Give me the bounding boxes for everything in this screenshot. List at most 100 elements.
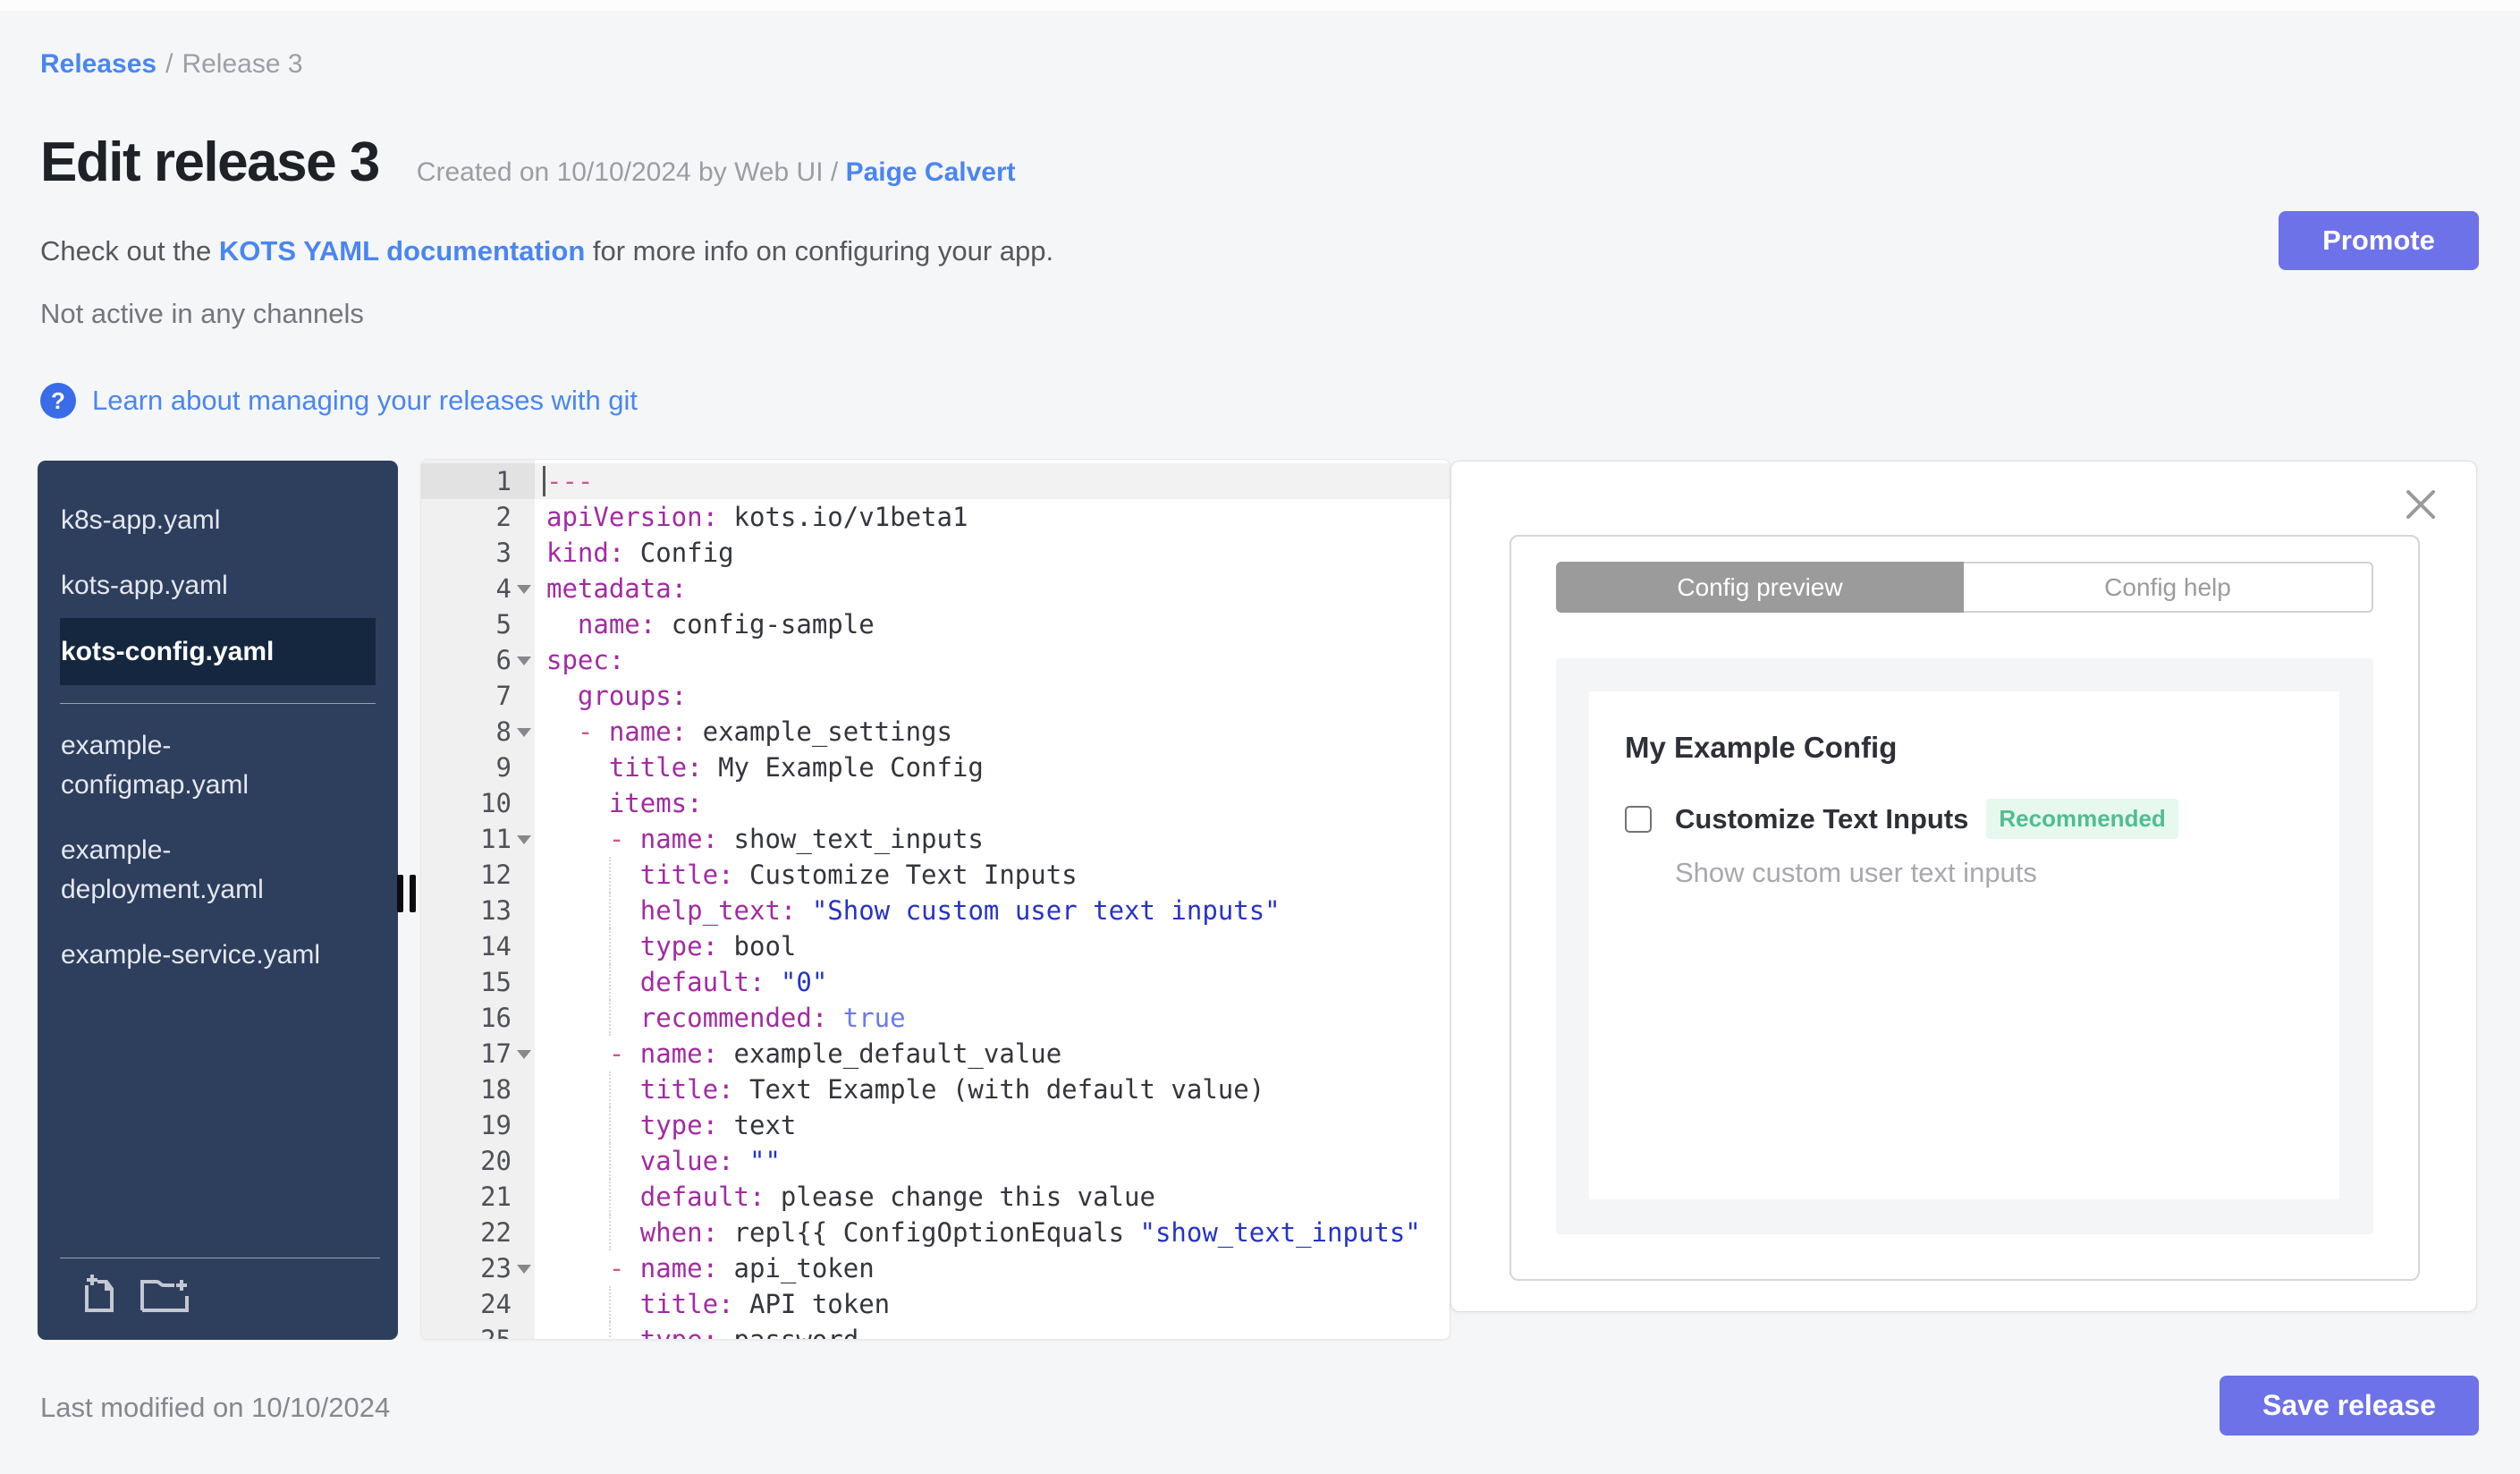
yaml-token-plain: Customize Text Inputs xyxy=(733,860,1078,890)
breadcrumb-separator: / xyxy=(165,49,173,79)
fold-toggle-icon[interactable] xyxy=(517,657,531,665)
yaml-token-str: "show_text_inputs" xyxy=(1139,1217,1421,1248)
docs-line: Check out the KOTS YAML documentation fo… xyxy=(40,235,1053,267)
editor-line[interactable]: value: "" xyxy=(535,1143,1450,1179)
yaml-token-str: "0" xyxy=(780,967,828,997)
left-resize-handle-bar[interactable] xyxy=(410,875,416,912)
top-strip xyxy=(0,0,2520,11)
editor-line[interactable]: - name: example_default_value xyxy=(535,1036,1450,1072)
config-group-title: My Example Config xyxy=(1625,731,1898,764)
yaml-token-key: kind: xyxy=(546,538,625,568)
editor-line[interactable]: apiVersion: kots.io/v1beta1 xyxy=(535,499,1450,535)
yaml-token-plain: text xyxy=(718,1110,797,1140)
file-label: example- xyxy=(61,834,172,865)
add-file-icon[interactable] xyxy=(78,1273,117,1320)
yaml-token-plain xyxy=(546,1146,640,1176)
editor-line[interactable]: title: My Example Config xyxy=(535,750,1450,785)
fold-toggle-icon[interactable] xyxy=(517,585,531,594)
yaml-token-key: type: xyxy=(639,931,719,961)
editor-line[interactable]: title: Text Example (with default value) xyxy=(535,1072,1450,1107)
editor-line[interactable]: title: API token xyxy=(535,1286,1450,1322)
page-title: Edit release 3 xyxy=(40,131,380,193)
sidebar-file-item[interactable]: k8s-app.yaml xyxy=(60,487,376,553)
gutter-line-number: 9 xyxy=(495,752,512,783)
editor-line[interactable]: default: "0" xyxy=(535,964,1450,1000)
yaml-token-dash: - xyxy=(608,1253,640,1283)
file-label: k8s-app.yaml xyxy=(61,504,221,535)
left-resize-handle-bar[interactable] xyxy=(397,875,403,912)
add-folder-icon[interactable] xyxy=(139,1273,190,1320)
yaml-token-key: spec: xyxy=(546,645,625,675)
editor-line[interactable]: items: xyxy=(535,785,1450,821)
yaml-token-plain: please change this value xyxy=(765,1182,1155,1212)
yaml-token-plain xyxy=(546,1074,640,1105)
editor-line[interactable]: kind: Config xyxy=(535,535,1450,571)
editor-code-pane[interactable]: --- apiVersion: kots.io/v1beta1 kind: Conf… xyxy=(535,460,1450,1339)
editor-line[interactable]: type: text xyxy=(535,1107,1450,1143)
gutter-line-number: 14 xyxy=(480,931,512,961)
yaml-token-plain xyxy=(546,1217,640,1248)
editor-line[interactable]: when: repl{{ ConfigOptionEquals "show_te… xyxy=(535,1215,1450,1250)
yaml-token-plain xyxy=(546,1182,640,1212)
close-icon[interactable] xyxy=(2403,487,2439,522)
fold-toggle-icon[interactable] xyxy=(517,728,531,737)
yaml-token-bool: true xyxy=(842,1003,906,1033)
tab-config-help[interactable]: Config help xyxy=(1964,562,2373,613)
file-label: kots-config.yaml xyxy=(61,636,275,666)
customize-text-inputs-checkbox[interactable] xyxy=(1625,805,1652,833)
sidebar-file-item[interactable]: kots-config.yaml xyxy=(60,618,376,685)
sidebar-file-item[interactable]: example-configmap.yaml xyxy=(60,713,376,817)
editor-line[interactable]: recommended: true xyxy=(535,1000,1450,1036)
config-item-label: Customize Text Inputs xyxy=(1675,802,1969,834)
gutter-line-number: 6 xyxy=(421,642,535,678)
yaml-token-plain xyxy=(827,1003,842,1033)
file-label: deployment.yaml xyxy=(61,874,264,904)
promote-button[interactable]: Promote xyxy=(2279,211,2479,270)
editor-line[interactable]: - name: api_token xyxy=(535,1250,1450,1286)
editor-line[interactable]: spec: xyxy=(535,642,1450,678)
editor-line[interactable]: type: password xyxy=(535,1322,1450,1339)
yaml-token-key: groups: xyxy=(577,681,688,711)
editor-line[interactable]: - name: show_text_inputs xyxy=(535,821,1450,857)
yaml-token-plain xyxy=(546,931,640,961)
editor-line[interactable]: name: config-sample xyxy=(535,606,1450,642)
yaml-token-plain: repl{{ ConfigOptionEquals xyxy=(718,1217,1140,1248)
gutter-line-number: 24 xyxy=(480,1289,512,1319)
breadcrumb-releases-link[interactable]: Releases xyxy=(40,49,156,80)
fold-toggle-icon[interactable] xyxy=(517,835,531,844)
editor-line[interactable]: groups: xyxy=(535,678,1450,714)
yaml-token-plain: My Example Config xyxy=(702,752,984,783)
gutter-line-number: 18 xyxy=(480,1074,512,1105)
author-link[interactable]: Paige Calvert xyxy=(846,157,1016,187)
kots-yaml-docs-link[interactable]: KOTS YAML documentation xyxy=(219,235,585,267)
editor-line[interactable]: title: Customize Text Inputs xyxy=(535,857,1450,893)
file-label: configmap.yaml xyxy=(61,769,249,800)
git-help-row[interactable]: ? Learn about managing your releases wit… xyxy=(40,383,638,419)
save-release-button[interactable]: Save release xyxy=(2220,1376,2479,1436)
yaml-token-key: help_text: xyxy=(639,895,797,926)
yaml-token-plain: example_settings xyxy=(687,716,952,747)
sidebar-file-item[interactable]: example-deployment.yaml xyxy=(60,817,376,922)
tab-config-preview[interactable]: Config preview xyxy=(1556,562,1964,613)
editor-line[interactable]: default: please change this value xyxy=(535,1179,1450,1215)
sidebar-file-item[interactable]: kots-app.yaml xyxy=(60,553,376,618)
yaml-token-key: value: xyxy=(639,1146,734,1176)
preview-surface: My Example Config Customize Text Inputs … xyxy=(1556,658,2373,1234)
editor-line[interactable]: --- xyxy=(535,463,1450,499)
editor-line[interactable]: type: bool xyxy=(535,928,1450,964)
yaml-token-plain: password xyxy=(718,1325,859,1339)
editor-line[interactable]: help_text: "Show custom user text inputs… xyxy=(535,893,1450,928)
fold-toggle-icon[interactable] xyxy=(517,1050,531,1059)
config-item-help-text: Show custom user text inputs xyxy=(1675,857,2037,888)
gutter-line-number: 15 xyxy=(480,967,512,997)
editor-line[interactable]: - name: example_settings xyxy=(535,714,1450,750)
fold-toggle-icon[interactable] xyxy=(517,1265,531,1274)
editor-line[interactable]: metadata: xyxy=(535,571,1450,606)
yaml-token-plain: example_default_value xyxy=(718,1038,1062,1069)
sidebar-file-item[interactable]: example-service.yaml xyxy=(60,922,376,987)
yaml-token-key: name: xyxy=(639,1253,719,1283)
docs-suffix: for more info on configuring your app. xyxy=(585,235,1054,267)
git-releases-link[interactable]: Learn about managing your releases with … xyxy=(92,385,638,417)
gutter-line-number: 21 xyxy=(480,1182,512,1212)
yaml-editor[interactable]: 1 2 3 4 5 6 7 8 9 10 11 12 13 14 15 16 17 18 19 20 21 22 23 24 2… xyxy=(420,459,1450,1340)
